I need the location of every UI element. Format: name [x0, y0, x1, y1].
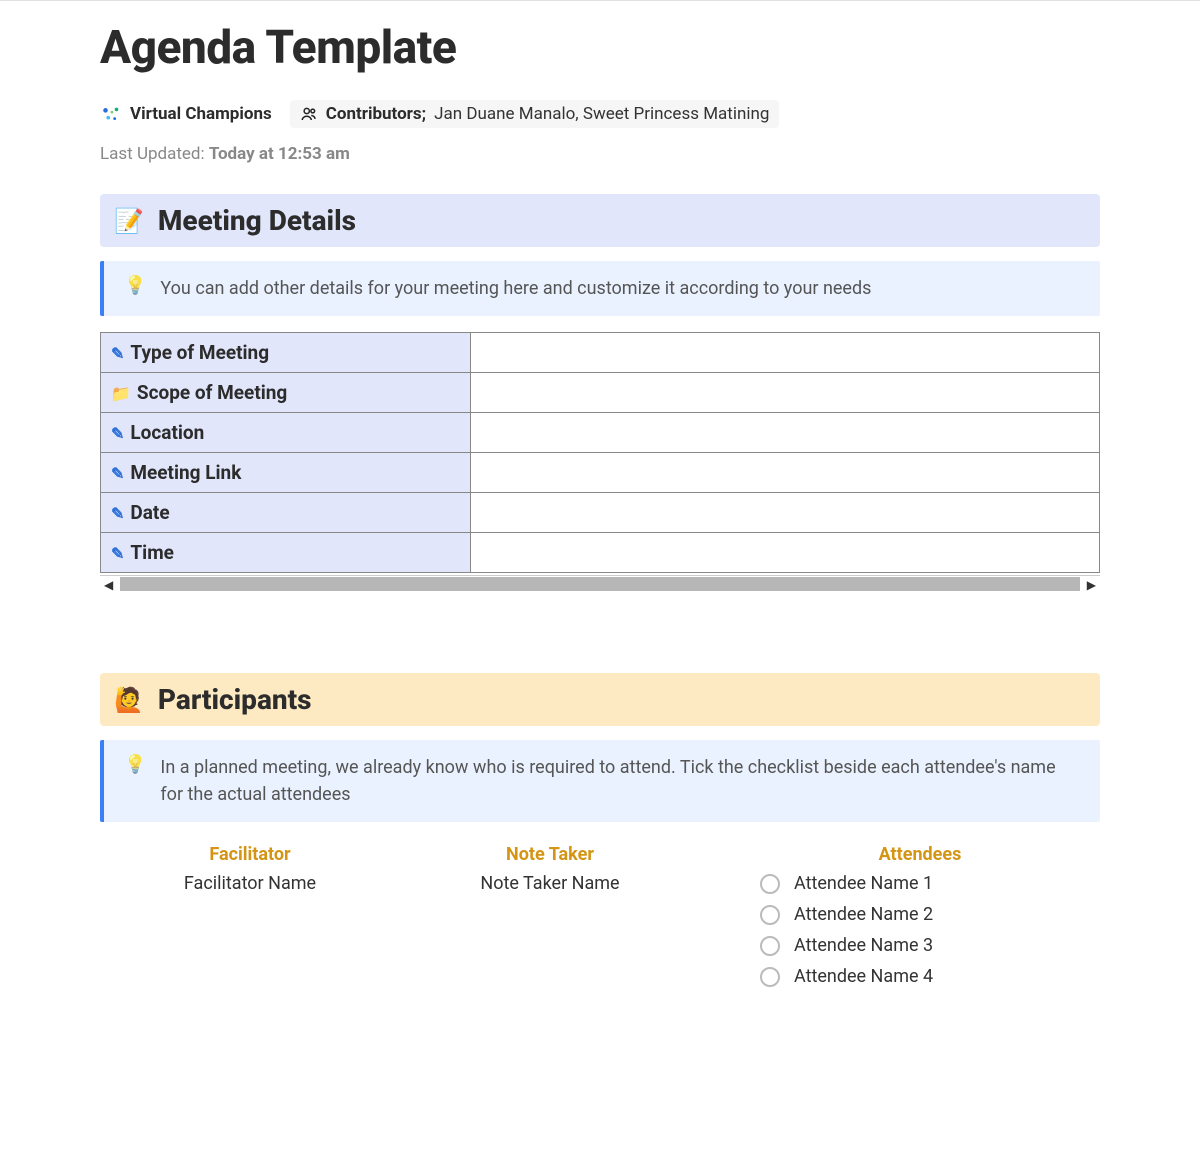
contributors-label: Contributors; [326, 104, 426, 124]
detail-label-cell[interactable]: ✎ Date [101, 493, 471, 533]
detail-value-cell[interactable] [470, 333, 1099, 373]
detail-value-cell[interactable] [470, 453, 1099, 493]
attendee-checkbox[interactable] [760, 936, 780, 956]
table-row: ✎ Type of Meeting [101, 333, 1100, 373]
detail-label: Time [130, 541, 174, 564]
attendee-checkbox[interactable] [760, 967, 780, 987]
detail-label: Location [130, 421, 204, 444]
attendee-name[interactable]: Attendee Name 3 [794, 935, 933, 956]
participants-grid: Facilitator Facilitator Name Note Taker … [100, 844, 1100, 997]
attendees-role: Attendees [760, 844, 1080, 865]
detail-value-cell[interactable] [470, 533, 1099, 573]
attendee-name[interactable]: Attendee Name 2 [794, 904, 933, 925]
last-updated-value: Today at 12:53 am [209, 144, 350, 164]
org-logo-icon [100, 103, 122, 125]
attendees-column: Attendees Attendee Name 1 Attendee Name 2… [720, 844, 1080, 997]
raising-hand-icon: 🙋 [114, 686, 144, 714]
lightbulb-icon: 💡 [124, 275, 146, 296]
organization-name: Virtual Champions [130, 104, 272, 124]
meta-row: Virtual Champions Contributors; Jan Duan… [100, 100, 1100, 128]
pencil-icon: ✎ [111, 344, 124, 363]
table-row: ✎ Time [101, 533, 1100, 573]
detail-value-cell[interactable] [470, 413, 1099, 453]
contributors-names: Jan Duane Manalo, Sweet Princess Matinin… [434, 104, 769, 124]
attendee-checkbox[interactable] [760, 874, 780, 894]
detail-value-cell[interactable] [470, 373, 1099, 413]
detail-label-cell[interactable]: ✎ Time [101, 533, 471, 573]
detail-label-cell[interactable]: ✎ Location [101, 413, 471, 453]
page-title: Agenda Template [100, 21, 1100, 75]
pencil-icon: ✎ [111, 504, 124, 523]
detail-label: Scope of Meeting [137, 381, 287, 404]
pencil-icon: ✎ [111, 464, 124, 483]
organization-tag[interactable]: Virtual Champions [100, 103, 272, 125]
facilitator-role: Facilitator [120, 844, 380, 865]
detail-label: Meeting Link [130, 461, 241, 484]
memo-icon: 📝 [114, 207, 144, 235]
detail-label-cell[interactable]: 📁 Scope of Meeting [101, 373, 471, 413]
detail-label: Date [130, 501, 169, 524]
facilitator-column: Facilitator Facilitator Name [120, 844, 380, 997]
participants-tip-text: In a planned meeting, we already know wh… [160, 754, 1080, 808]
meeting-details-heading: Meeting Details [158, 204, 356, 237]
table-row: ✎ Date [101, 493, 1100, 533]
attendee-item: Attendee Name 1 [760, 873, 1080, 894]
last-updated: Last Updated: Today at 12:53 am [100, 144, 1100, 164]
participants-tip: 💡 In a planned meeting, we already know … [100, 740, 1100, 822]
note-taker-role: Note Taker [420, 844, 680, 865]
scrollbar-thumb[interactable] [120, 577, 1080, 591]
pencil-icon: ✎ [111, 424, 124, 443]
meeting-details-table: ✎ Type of Meeting 📁 Scope of Meeting ✎ Locati… [100, 332, 1100, 573]
last-updated-label: Last Updated: [100, 144, 205, 164]
pencil-icon: ✎ [111, 544, 124, 563]
folder-icon: 📁 [111, 384, 131, 403]
scroll-left-icon[interactable]: ◀ [100, 576, 117, 594]
contributors-tag[interactable]: Contributors; Jan Duane Manalo, Sweet Pr… [290, 100, 780, 128]
facilitator-name[interactable]: Facilitator Name [120, 873, 380, 894]
table-row: ✎ Location [101, 413, 1100, 453]
detail-label: Type of Meeting [130, 341, 269, 364]
attendee-item: Attendee Name 3 [760, 935, 1080, 956]
meeting-details-tip: 💡 You can add other details for your mee… [100, 261, 1100, 316]
lightbulb-icon: 💡 [124, 754, 146, 775]
detail-label-cell[interactable]: ✎ Type of Meeting [101, 333, 471, 373]
table-row: 📁 Scope of Meeting [101, 373, 1100, 413]
section-meeting-details-header: 📝 Meeting Details [100, 194, 1100, 247]
attendee-item: Attendee Name 2 [760, 904, 1080, 925]
attendee-name[interactable]: Attendee Name 1 [794, 873, 933, 894]
note-taker-column: Note Taker Note Taker Name [420, 844, 680, 997]
document-container: Agenda Template Virtual Champions Contri… [0, 1, 1200, 1036]
table-row: ✎ Meeting Link [101, 453, 1100, 493]
horizontal-scrollbar[interactable]: ◀ ▶ [100, 575, 1100, 593]
scroll-right-icon[interactable]: ▶ [1083, 576, 1100, 594]
attendee-name[interactable]: Attendee Name 4 [794, 966, 933, 987]
attendee-item: Attendee Name 4 [760, 966, 1080, 987]
meeting-details-tip-text: You can add other details for your meeti… [160, 275, 871, 302]
attendee-checkbox[interactable] [760, 905, 780, 925]
contributors-icon [300, 105, 318, 123]
participants-heading: Participants [158, 683, 312, 716]
section-participants-header: 🙋 Participants [100, 673, 1100, 726]
detail-label-cell[interactable]: ✎ Meeting Link [101, 453, 471, 493]
note-taker-name[interactable]: Note Taker Name [420, 873, 680, 894]
detail-value-cell[interactable] [470, 493, 1099, 533]
